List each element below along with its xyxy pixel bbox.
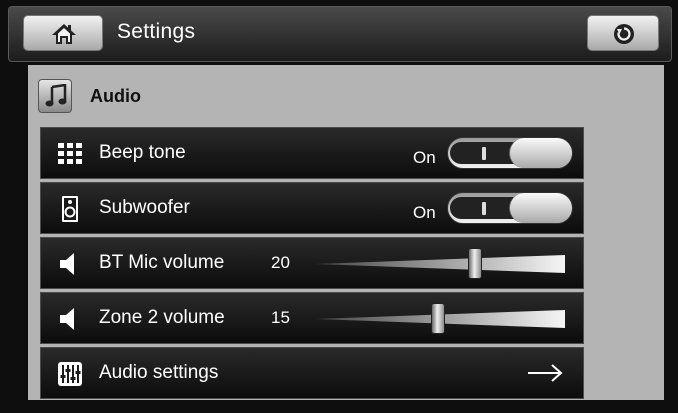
keypad-icon xyxy=(58,143,82,164)
arrow-right-icon xyxy=(528,364,563,382)
subwoofer-state: On xyxy=(413,203,436,222)
music-note-icon xyxy=(38,79,72,113)
subwoofer-row[interactable]: Subwoofer On xyxy=(40,182,584,234)
settings-panel: Audio Beep tone On Subwoofer On BT Mic v… xyxy=(28,65,664,400)
zone-2-volume-row[interactable]: Zone 2 volume 15 xyxy=(40,292,584,344)
beep-tone-toggle[interactable] xyxy=(447,137,573,169)
back-icon xyxy=(614,24,634,44)
beep-tone-state: On xyxy=(413,148,436,167)
bt-mic-volume-row[interactable]: BT Mic volume 20 xyxy=(40,237,584,289)
subwoofer-label: Subwoofer xyxy=(99,197,190,218)
subwoofer-toggle[interactable] xyxy=(447,192,573,224)
back-button[interactable] xyxy=(587,15,659,51)
audio-settings-row[interactable]: Audio settings xyxy=(40,347,584,399)
speaker-icon xyxy=(62,196,78,222)
bt-mic-volume-label: BT Mic volume xyxy=(99,252,225,273)
slider-thumb[interactable] xyxy=(431,303,445,334)
section-title: Audio xyxy=(90,86,141,106)
toggle-knob[interactable] xyxy=(509,138,572,168)
bt-mic-volume-slider[interactable] xyxy=(315,248,565,279)
bt-mic-volume-value: 20 xyxy=(271,253,290,272)
zone-2-volume-slider[interactable] xyxy=(315,303,565,334)
audio-settings-label: Audio settings xyxy=(99,362,219,383)
slider-thumb[interactable] xyxy=(468,248,482,279)
toggle-knob[interactable] xyxy=(509,193,572,223)
home-icon xyxy=(52,24,76,44)
top-bar: Settings xyxy=(8,6,672,62)
screen: Settings Audio Beep tone On Subwoofer On… xyxy=(0,0,678,413)
volume-icon xyxy=(60,308,74,330)
zone-2-volume-value: 15 xyxy=(271,308,290,327)
equalizer-icon xyxy=(58,362,82,386)
zone-2-volume-label: Zone 2 volume xyxy=(99,307,225,328)
beep-tone-row[interactable]: Beep tone On xyxy=(40,127,584,179)
home-button[interactable] xyxy=(23,15,103,51)
page-title: Settings xyxy=(117,20,196,43)
beep-tone-label: Beep tone xyxy=(99,142,186,163)
volume-icon xyxy=(60,253,74,275)
